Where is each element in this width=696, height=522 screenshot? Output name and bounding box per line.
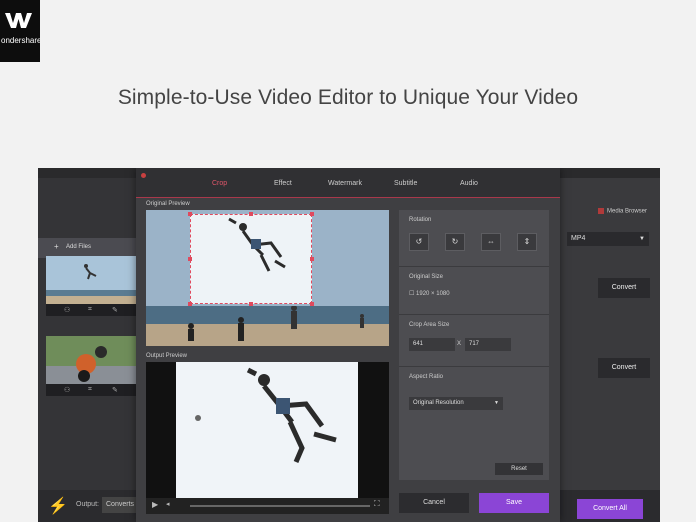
playback-scrubber[interactable] [190,505,370,507]
original-preview-label: Original Preview [146,201,190,207]
person-icon[interactable]: ⚇ [64,306,70,314]
app-window: + Add Files ⚇ ⌗ ✎ ⚇ ⌗ ✎ Media Browser MP… [38,168,660,522]
plus-icon: + [54,242,59,251]
output-format-select[interactable]: MP4 ▼ [567,232,649,246]
cancel-button[interactable]: Cancel [399,493,469,513]
crop-rectangle[interactable] [190,214,312,304]
output-preview-image [176,362,358,498]
crop-handle[interactable] [188,212,192,216]
add-files-button[interactable]: + Add Files [38,238,138,258]
convert-all-button[interactable]: Convert All [577,499,643,519]
tab-crop[interactable]: Crop [212,180,227,187]
tab-watermark[interactable]: Watermark [328,180,362,187]
output-preview-label: Output Preview [146,353,188,359]
skate-thumbnail-image [46,256,136,304]
original-preview [146,210,389,346]
person-icon[interactable]: ⚇ [64,386,70,394]
media-browser-icon [598,208,604,214]
reset-button[interactable]: Reset [495,463,543,475]
tab-effect[interactable]: Effect [274,180,292,187]
crop-icon[interactable]: ⌗ [88,306,92,314]
tab-subtitle[interactable]: Subtitle [394,180,417,187]
play-icon[interactable]: ▶ [152,500,158,509]
rotation-label: Rotation [409,217,432,223]
media-browser-button[interactable]: Media Browser [598,208,647,215]
crop-handle[interactable] [188,302,192,306]
editor-tabs: Crop Effect Watermark Subtitle Audio [136,168,560,198]
logo-wordmark: ondershare [1,36,40,45]
chevron-down-icon: ▼ [639,236,645,242]
output-preview: ▶ ◂ ⛶ [146,362,389,514]
crop-handle[interactable] [249,212,253,216]
motorbike-thumbnail-image [46,336,136,384]
thumbnail-toolbar: ⚇ ⌗ ✎ [46,384,136,396]
wondershare-mark-icon [5,13,32,28]
original-size-text: 1920 × 1080 [416,291,450,297]
crop-handle[interactable] [188,257,192,261]
merge-icon[interactable]: ⚡ [48,496,68,516]
crop-handle[interactable] [310,212,314,216]
crop-handle[interactable] [310,257,314,261]
fullscreen-icon[interactable]: ⛶ [374,499,380,509]
wondershare-logo: ondershare [0,0,40,62]
save-button[interactable]: Save [479,493,549,513]
crop-handle[interactable] [310,302,314,306]
divider [399,266,549,267]
skater-figure-image [228,217,286,272]
aspect-ratio-label: Aspect Ratio [409,374,444,380]
video-editor-dialog: Crop Effect Watermark Subtitle Audio Ori… [136,168,560,522]
page-headline: Simple-to-Use Video Editor to Unique You… [117,86,579,109]
tab-audio[interactable]: Audio [460,180,478,187]
thumbnail-toolbar: ⚇ ⌗ ✎ [46,304,136,316]
aspect-ratio-value: Original Resolution [413,400,464,406]
output-label: Output: [76,501,99,508]
convert-button-2[interactable]: Convert [598,358,650,378]
crop-width-input[interactable]: 641 [409,338,455,351]
output-format-value: MP4 [571,235,586,242]
aspect-ratio-select[interactable]: Original Resolution ▼ [409,397,503,410]
file-sidebar: + Add Files ⚇ ⌗ ✎ ⚇ ⌗ ✎ [38,178,138,522]
crop-settings-panel: Rotation ↺ ↻ ⇔ ⇕ Original Size ☐ 1920 × … [399,210,549,480]
volume-icon[interactable]: ◂ [166,500,170,508]
video-thumbnail-1[interactable]: ⚇ ⌗ ✎ [46,256,136,316]
crop-size-separator: X [457,341,462,347]
crop-handle[interactable] [249,302,253,306]
edit-icon[interactable]: ✎ [112,386,118,394]
media-browser-label: Media Browser [607,208,648,215]
convert-button-1[interactable]: Convert [598,278,650,298]
beach-people-image [188,306,364,341]
rotate-left-button[interactable]: ↺ [409,233,429,251]
add-files-label: Add Files [66,244,92,250]
rotate-right-button[interactable]: ↻ [445,233,465,251]
right-panel [560,178,660,490]
checkbox-icon[interactable]: ☐ [409,291,416,297]
crop-icon[interactable]: ⌗ [88,386,92,394]
original-size-label: Original Size [409,274,444,280]
playback-controls: ▶ ◂ ⛶ [146,498,389,514]
original-size-value: ☐ 1920 × 1080 [409,290,450,297]
crop-height-input[interactable]: 717 [465,338,511,351]
flip-vertical-button[interactable]: ⇕ [517,233,537,251]
divider [399,314,549,315]
chevron-down-icon: ▼ [494,400,499,406]
flip-horizontal-button[interactable]: ⇔ [481,233,501,251]
crop-area-label: Crop Area Size [409,322,450,328]
edit-icon[interactable]: ✎ [112,306,118,314]
skater-figure-image [195,367,337,463]
video-thumbnail-2[interactable]: ⚇ ⌗ ✎ [46,336,136,396]
divider [399,366,549,367]
close-dialog-button[interactable] [141,173,146,178]
